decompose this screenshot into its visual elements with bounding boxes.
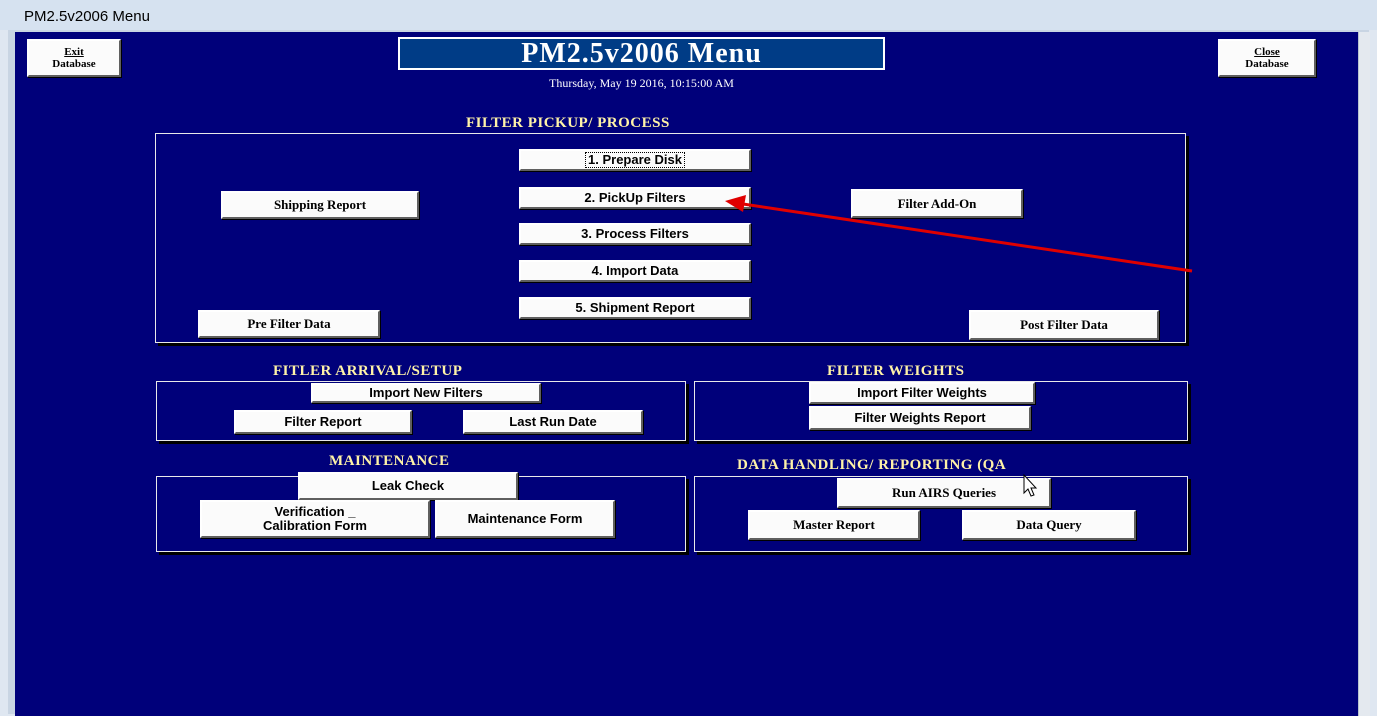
exit-label-2: Database — [52, 58, 96, 70]
pickup-filters-button[interactable]: 2. PickUp Filters — [519, 187, 751, 209]
prepare-disk-button[interactable]: 1. Prepare Disk — [519, 149, 751, 171]
process-filters-button[interactable]: 3. Process Filters — [519, 223, 751, 245]
leak-check-button[interactable]: Leak Check — [298, 472, 518, 500]
date-time: Thursday, May 19 2016, 10:15:00 AM — [549, 76, 734, 90]
post-filter-data-button[interactable]: Post Filter Data — [969, 310, 1159, 340]
filter-pickup-title: FILTER PICKUP/ PROCESS — [466, 115, 670, 131]
verification-calibration-button[interactable]: Verification _ Calibration Form — [200, 500, 430, 538]
pre-filter-data-button[interactable]: Pre Filter Data — [198, 310, 380, 338]
window-title: PM2.5v2006 Menu — [24, 8, 150, 25]
maintenance-form-button[interactable]: Maintenance Form — [435, 500, 615, 538]
verification-label: Verification _ — [274, 504, 356, 519]
filter-arrival-title: FITLER ARRIVAL/SETUP — [273, 363, 463, 379]
data-query-button[interactable]: Data Query — [962, 510, 1136, 540]
vertical-scrollbar[interactable] — [1358, 32, 1370, 716]
import-new-filters-button[interactable]: Import New Filters — [311, 383, 541, 403]
filter-weights-report-button[interactable]: Filter Weights Report — [809, 406, 1031, 430]
filter-weights-title: FILTER WEIGHTS — [827, 363, 965, 379]
filter-addon-button[interactable]: Filter Add-On — [851, 189, 1023, 218]
exit-database-button[interactable]: Exit Database — [27, 39, 121, 77]
master-report-button[interactable]: Master Report — [748, 510, 920, 540]
menu-form: Exit Database Close Database PM2.5v2006 … — [15, 32, 1358, 716]
maintenance-title: MAINTENANCE — [329, 453, 450, 469]
data-handling-title: DATA HANDLING/ REPORTING (QA — [737, 457, 1007, 473]
import-filter-weights-button[interactable]: Import Filter Weights — [809, 382, 1035, 404]
run-airs-queries-button[interactable]: Run AIRS Queries — [837, 478, 1051, 508]
shipping-report-button[interactable]: Shipping Report — [221, 191, 419, 219]
shipment-report-button[interactable]: 5. Shipment Report — [519, 297, 751, 319]
last-run-date-button[interactable]: Last Run Date — [463, 410, 643, 434]
close-database-button[interactable]: Close Database — [1218, 39, 1316, 77]
page-title: PM2.5v2006 Menu — [398, 37, 885, 70]
filter-report-button[interactable]: Filter Report — [234, 410, 412, 434]
calibration-form-label: Calibration Form — [262, 518, 367, 533]
import-data-button[interactable]: 4. Import Data — [519, 260, 751, 282]
close-label: Close — [1254, 46, 1280, 58]
title-bar: PM2.5v2006 Menu — [0, 0, 1377, 30]
close-label-2: Database — [1245, 58, 1289, 70]
prepare-disk-label: 1. Prepare Disk — [585, 152, 685, 168]
exit-label: Exit — [64, 46, 84, 58]
